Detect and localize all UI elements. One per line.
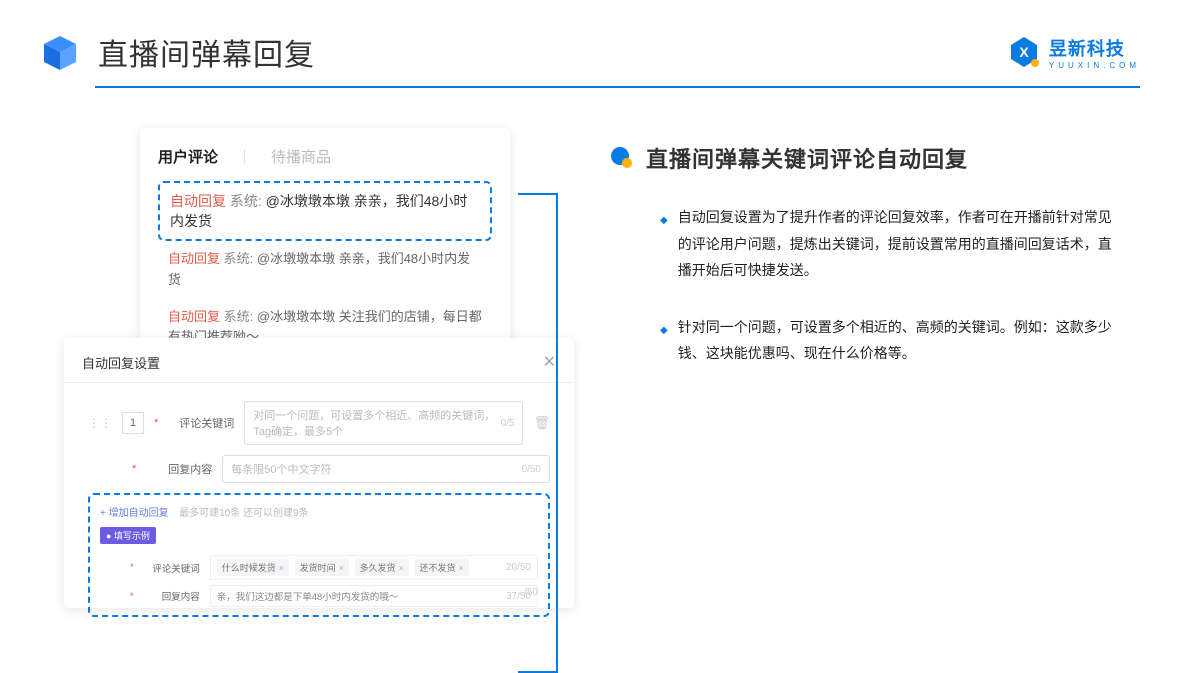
required-star: * — [130, 562, 134, 573]
tag-chip[interactable]: 多久发货× — [355, 559, 409, 576]
brand-mark-icon: X — [1007, 35, 1041, 69]
tag-chip[interactable]: 什么时候发货× — [217, 559, 289, 576]
example-keyword-input[interactable]: 什么时候发货× 发货时间× 多久发货× 还不发货× 20/50 — [210, 555, 538, 580]
bullet-text: 自动回复设置为了提升作者的评论回复效率，作者可在开播前针对常见的评论用户问题，提… — [678, 204, 1120, 284]
bullet-text: 针对同一个问题，可设置多个相近的、高频的关键词。例如：这款多少钱、这块能优惠吗、… — [678, 314, 1120, 367]
tab-divider — [244, 150, 245, 164]
diamond-icon: ◆ — [660, 321, 668, 367]
keyword-input[interactable]: 对同一个问题，可设置多个相近、高频的关键词，Tag确定，最多5个 0/5 — [244, 401, 523, 445]
comments-tabs: 用户评论 待播商品 — [158, 146, 492, 167]
add-auto-reply-link[interactable]: + 增加自动回复 — [100, 508, 169, 519]
title-group: 直播间弹幕回复 — [40, 30, 315, 74]
comment-row: 自动回复 系统: @冰墩墩本墩 亲亲，我们48小时内发货 — [158, 241, 492, 299]
bullet-item: ◆ 针对同一个问题，可设置多个相近的、高频的关键词。例如：这款多少钱、这块能优惠… — [610, 314, 1150, 367]
system-label: 系统: — [230, 193, 262, 209]
keyword-row: ⋮⋮ 1 * 评论关键词 对同一个问题，可设置多个相近、高频的关键词，Tag确定… — [88, 401, 550, 445]
example-keyword-row: * 评论关键词 什么时候发货× 发货时间× 多久发货× 还不发货× 20/50 — [100, 555, 538, 580]
reply-row: * 回复内容 每条限50个中文字符 0/50 — [88, 455, 550, 483]
auto-reply-tag: 自动回复 — [170, 193, 226, 209]
connector-line — [518, 193, 558, 673]
tab-pending-goods[interactable]: 待播商品 — [271, 146, 331, 167]
bubble-icon — [610, 146, 634, 170]
svg-text:X: X — [1019, 44, 1029, 60]
placeholder-text: 对同一个问题，可设置多个相近、高频的关键词，Tag确定，最多5个 — [253, 407, 500, 439]
keyword-label: 评论关键词 — [168, 415, 234, 431]
required-star: * — [132, 463, 136, 475]
section-subtitle: 直播间弹幕关键词评论自动回复 — [646, 142, 968, 174]
auto-reply-settings-modal: 自动回复设置 ✕ ⋮⋮ 1 * 评论关键词 对同一个问题，可设置多个相近、高频的… — [64, 338, 574, 608]
example-keyword-label: 评论关键词 — [144, 561, 200, 575]
auto-reply-tag: 自动回复 — [168, 251, 220, 266]
tab-user-comments[interactable]: 用户评论 — [158, 146, 218, 167]
auto-reply-tag: 自动回复 — [168, 309, 220, 324]
required-star: * — [130, 591, 134, 602]
diamond-icon: ◆ — [660, 211, 668, 284]
screenshot-column: 用户评论 待播商品 自动回复 系统: @冰墩墩本墩 亲亲，我们48小时内发货 自… — [40, 128, 580, 618]
example-reply-label: 回复内容 — [144, 589, 200, 603]
rule-index: 1 — [122, 412, 144, 434]
bullet-item: ◆ 自动回复设置为了提升作者的评论回复效率，作者可在开播前针对常见的评论用户问题… — [610, 204, 1150, 284]
example-badge: ● 填写示例 — [100, 527, 156, 544]
system-label: 系统: — [224, 251, 254, 266]
example-reply-text: 亲，我们这边都是下单48小时内发货的哦～ — [217, 589, 399, 603]
subtitle-row: 直播间弹幕关键词评论自动回复 — [610, 142, 1150, 174]
cube-icon — [40, 32, 80, 72]
drag-handle-icon[interactable]: ⋮⋮ — [88, 416, 112, 430]
add-hint: 最多可建10条 还可以创建9条 — [179, 508, 308, 519]
example-highlight-box: + 增加自动回复 最多可建10条 还可以创建9条 ● 填写示例 * 评论关键词 … — [88, 493, 550, 617]
example-reply-input[interactable]: 亲，我们这边都是下单48小时内发货的哦～ 37/50 — [210, 585, 538, 607]
modal-header: 自动回复设置 ✕ — [64, 352, 574, 383]
modal-title: 自动回复设置 — [82, 353, 160, 372]
system-label: 系统: — [224, 309, 254, 324]
keyword-counter: 0/5 — [501, 418, 515, 429]
tag-chip[interactable]: 发货时间× — [295, 559, 349, 576]
page-header: 直播间弹幕回复 X 昱新科技 YUUXIN.COM — [0, 0, 1180, 74]
brand-logo: X 昱新科技 YUUXIN.COM — [1007, 35, 1140, 70]
brand-name-cn: 昱新科技 — [1049, 35, 1125, 61]
brand-name-en: YUUXIN.COM — [1049, 61, 1140, 70]
placeholder-text: 每条限50个中文字符 — [231, 461, 331, 477]
description-column: 直播间弹幕关键词评论自动回复 ◆ 自动回复设置为了提升作者的评论回复效率，作者可… — [610, 128, 1150, 618]
page-title: 直播间弹幕回复 — [98, 30, 315, 74]
comments-panel: 用户评论 待播商品 自动回复 系统: @冰墩墩本墩 亲亲，我们48小时内发货 自… — [140, 128, 510, 358]
reply-input[interactable]: 每条限50个中文字符 0/50 — [222, 455, 550, 483]
main-content: 用户评论 待播商品 自动回复 系统: @冰墩墩本墩 亲亲，我们48小时内发货 自… — [0, 88, 1180, 618]
required-star: * — [154, 417, 158, 429]
tag-list: 什么时候发货× 发货时间× 多久发货× 还不发货× — [217, 559, 472, 576]
highlighted-comment: 自动回复 系统: @冰墩墩本墩 亲亲，我们48小时内发货 — [158, 181, 492, 241]
example-reply-row: * 回复内容 亲，我们这边都是下单48小时内发货的哦～ 37/50 — [100, 585, 538, 607]
reply-label: 回复内容 — [146, 461, 212, 477]
tag-chip[interactable]: 还不发货× — [414, 559, 468, 576]
